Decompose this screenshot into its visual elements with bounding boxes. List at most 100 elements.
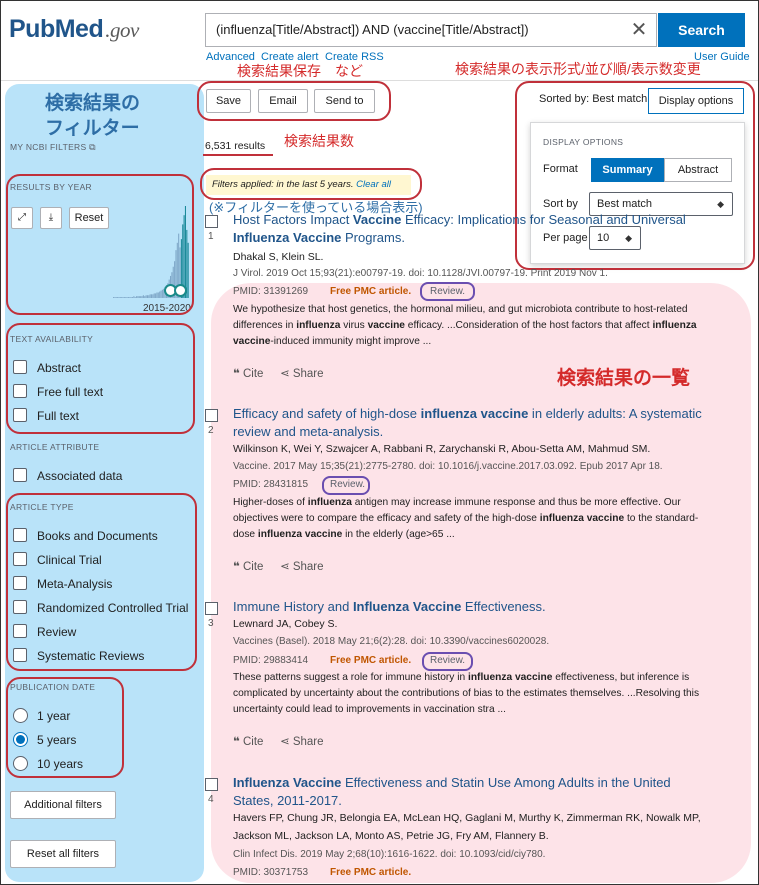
result-authors: Dhakal S, Klein SL.: [233, 251, 324, 263]
checkbox-books-and-documents[interactable]: [13, 528, 27, 542]
histogram-bar[interactable]: [161, 289, 163, 298]
histogram-bar[interactable]: [138, 296, 140, 298]
histogram-bar[interactable]: [155, 293, 157, 298]
radio-5-years[interactable]: [13, 732, 28, 747]
pubmed-logo[interactable]: PubMed.gov: [9, 15, 139, 44]
share-icon: ⋖: [280, 368, 290, 380]
histogram-bar[interactable]: [160, 290, 162, 298]
histogram-bar[interactable]: [133, 296, 135, 298]
histogram-bar[interactable]: [121, 297, 123, 298]
histogram-bar[interactable]: [113, 297, 115, 298]
histogram-bar[interactable]: [145, 295, 147, 298]
histogram-bar[interactable]: [153, 293, 155, 298]
histogram-bar[interactable]: [130, 297, 132, 298]
histogram-bar[interactable]: [127, 297, 129, 298]
histogram-bar[interactable]: [140, 296, 142, 298]
checkbox-full-text[interactable]: [13, 408, 27, 422]
share-button[interactable]: ⋖ Share: [280, 734, 324, 748]
histogram-bar[interactable]: [129, 297, 131, 298]
histogram-bar[interactable]: [149, 294, 151, 298]
histogram-bar[interactable]: [187, 242, 189, 298]
histogram-bar[interactable]: [146, 295, 148, 298]
label-abstract: Abstract: [37, 361, 82, 375]
checkbox-randomized-controlled-trial[interactable]: [13, 600, 27, 614]
result-checkbox[interactable]: [205, 215, 218, 228]
histogram-bar[interactable]: [136, 296, 138, 298]
result-snippet: Higher-doses of influenza antigen may in…: [233, 497, 699, 540]
search-button[interactable]: Search: [658, 13, 745, 47]
share-button[interactable]: ⋖ Share: [280, 559, 324, 573]
histogram-bar[interactable]: [151, 294, 153, 298]
external-link-icon[interactable]: ⧉: [89, 142, 96, 152]
reset-histogram-button[interactable]: Reset: [69, 207, 109, 229]
page: PubMed.gov (influenza[Title/Abstract]) A…: [0, 0, 759, 885]
format-abstract-button[interactable]: Abstract: [664, 158, 732, 182]
result-checkbox[interactable]: [205, 409, 218, 422]
result-checkbox[interactable]: [205, 778, 218, 791]
share-button[interactable]: ⋖ Share: [280, 366, 324, 380]
histogram-bar[interactable]: [144, 296, 146, 298]
cite-button[interactable]: ❝ Cite: [233, 559, 263, 573]
histogram-bar[interactable]: [184, 206, 186, 298]
result-title[interactable]: Immune History and Influenza Vaccine Eff…: [233, 598, 733, 616]
histogram-bar[interactable]: [126, 297, 128, 298]
reset-all-filters-button[interactable]: Reset all filters: [10, 840, 116, 868]
result-pmid: PMID: 28431815: [233, 479, 309, 490]
histogram-bar[interactable]: [148, 295, 150, 298]
checkbox-associated-data[interactable]: [13, 468, 27, 482]
checkbox-clinical-trial[interactable]: [13, 552, 27, 566]
label-5-years: 5 years: [37, 733, 77, 747]
histogram-bar[interactable]: [134, 297, 136, 298]
search-input[interactable]: (influenza[Title/Abstract]) AND (vaccine…: [205, 13, 657, 47]
result-title[interactable]: Efficacy and safety of high-dose influen…: [233, 405, 733, 441]
histogram-bar[interactable]: [156, 292, 158, 298]
radio-10-years[interactable]: [13, 756, 28, 771]
histogram-bar[interactable]: [159, 291, 161, 298]
user-guide-link[interactable]: User Guide: [694, 51, 750, 63]
histogram-bar[interactable]: [117, 297, 119, 298]
checkbox-review[interactable]: [13, 624, 27, 638]
checkbox-meta-analysis[interactable]: [13, 576, 27, 590]
cite-button[interactable]: ❝ Cite: [233, 366, 263, 380]
cite-button[interactable]: ❝ Cite: [233, 734, 263, 748]
checkbox-free-full-text[interactable]: [13, 384, 27, 398]
histogram-bar[interactable]: [122, 297, 124, 298]
result-authors: Havers FP, Chung JR, Belongia EA, McLean…: [233, 812, 701, 824]
histogram-bar[interactable]: [119, 297, 121, 298]
histogram-bar[interactable]: [125, 297, 127, 298]
histogram-bar[interactable]: [114, 297, 116, 298]
histogram-bar[interactable]: [152, 294, 154, 298]
histogram-bar[interactable]: [118, 297, 120, 298]
display-options-button[interactable]: Display options: [648, 88, 744, 114]
sort-by-label: Sort by: [543, 198, 578, 210]
annotation-filters-2: フィルター: [45, 118, 140, 139]
label-clinical-trial: Clinical Trial: [37, 553, 102, 567]
annotation-filters-1: 検索結果の: [45, 93, 141, 114]
result-title[interactable]: Influenza Vaccine Effectiveness and Stat…: [233, 774, 733, 810]
clear-search-icon[interactable]: ✕: [624, 15, 654, 45]
result-title[interactable]: Host Factors Impact Vaccine Efficacy: Im…: [233, 211, 733, 247]
save-button[interactable]: Save: [206, 89, 251, 113]
clear-all-link[interactable]: Clear all: [356, 179, 391, 190]
expand-icon[interactable]: ⤢: [11, 207, 33, 229]
histogram-bar[interactable]: [115, 297, 117, 298]
label-full-text: Full text: [37, 409, 80, 423]
histogram-bar[interactable]: [142, 295, 144, 298]
checkbox-abstract[interactable]: [13, 360, 27, 374]
download-icon[interactable]: ⤓: [40, 207, 62, 229]
range-handle-end[interactable]: [174, 284, 187, 297]
sorted-by-label: Sorted by: Best match: [539, 93, 648, 105]
histogram-bar[interactable]: [157, 292, 159, 298]
histogram-bar[interactable]: [141, 296, 143, 298]
label-10-years: 10 years: [37, 757, 84, 771]
histogram-bar[interactable]: [132, 297, 134, 298]
email-button[interactable]: Email: [258, 89, 308, 113]
histogram-bar[interactable]: [137, 296, 139, 298]
histogram-bar[interactable]: [123, 297, 125, 298]
result-checkbox[interactable]: [205, 602, 218, 615]
send-to-button[interactable]: Send to: [314, 89, 375, 113]
checkbox-systematic-reviews[interactable]: [13, 648, 27, 662]
radio-1-year[interactable]: [13, 708, 28, 723]
format-summary-button[interactable]: Summary: [591, 158, 664, 182]
additional-filters-button[interactable]: Additional filters: [10, 791, 116, 819]
